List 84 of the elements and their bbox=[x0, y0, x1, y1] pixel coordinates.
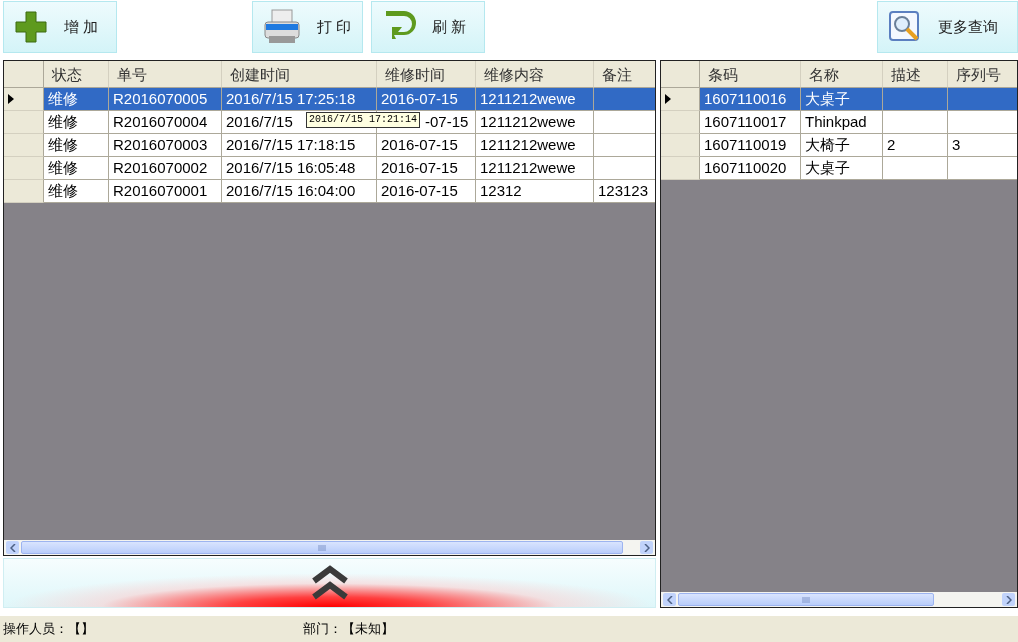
table-cell: 维修 bbox=[44, 134, 109, 157]
row-header[interactable] bbox=[661, 88, 700, 111]
table-cell: 2016/7/15 17:25:18 bbox=[222, 88, 377, 111]
status-text: 部门：【未知】 bbox=[303, 620, 395, 638]
column-header[interactable]: 序列号 bbox=[948, 61, 1017, 88]
table-cell: 1211212wewe bbox=[476, 134, 594, 157]
scrollbar-thumb[interactable] bbox=[21, 541, 623, 554]
table-cell: 1211212wewe bbox=[476, 88, 594, 111]
printer-icon bbox=[263, 9, 301, 45]
column-header[interactable]: 名称 bbox=[801, 61, 883, 88]
column-header[interactable]: 描述 bbox=[883, 61, 948, 88]
double-chevron-up-icon bbox=[310, 565, 349, 601]
table-cell: 大椅子 bbox=[801, 134, 883, 157]
scroll-left-button[interactable] bbox=[6, 541, 19, 554]
column-header[interactable]: 状态 bbox=[44, 61, 109, 88]
scroll-right-button[interactable] bbox=[1002, 593, 1015, 606]
toolbar-button[interactable]: 增 加 bbox=[3, 1, 117, 53]
column-header[interactable]: 创建时间 bbox=[222, 61, 377, 88]
table-cell: R2016070003 bbox=[109, 134, 222, 157]
chevron-right-icon bbox=[643, 543, 650, 552]
table-cell: 1607110020 bbox=[700, 157, 801, 180]
table-cell: 维修 bbox=[44, 111, 109, 134]
table-cell: 1607110016 bbox=[700, 88, 801, 111]
table-cell: R2016070005 bbox=[109, 88, 222, 111]
table-cell: 2016-07-15 bbox=[377, 88, 476, 111]
table-cell: 维修 bbox=[44, 88, 109, 111]
scroll-right-button[interactable] bbox=[640, 541, 653, 554]
column-header[interactable]: 维修内容 bbox=[476, 61, 594, 88]
column-header[interactable]: 维修时间 bbox=[377, 61, 476, 88]
table-cell bbox=[883, 88, 948, 111]
row-pointer-icon bbox=[8, 94, 14, 104]
chevron-left-icon bbox=[9, 543, 16, 552]
table-cell: 2016/7/15 16:05:48 bbox=[222, 157, 377, 180]
table-cell: 维修 bbox=[44, 157, 109, 180]
table-cell: 2016-07-15 bbox=[377, 134, 476, 157]
table-cell: 12312 bbox=[476, 180, 594, 203]
panel-expander[interactable] bbox=[3, 558, 656, 608]
table-cell bbox=[948, 88, 1017, 111]
chevron-right-icon bbox=[1005, 595, 1012, 604]
table-cell: 维修 bbox=[44, 180, 109, 203]
header-corner bbox=[4, 61, 44, 88]
table-cell: 2016/7/15 17:18:15 bbox=[222, 134, 377, 157]
scrollbar-thumb[interactable] bbox=[678, 593, 934, 606]
table-cell: 3 bbox=[948, 134, 1017, 157]
table-cell: 1607110019 bbox=[700, 134, 801, 157]
toolbar-button[interactable]: 刷 新 bbox=[371, 1, 485, 53]
plus-icon bbox=[14, 10, 48, 44]
table-cell bbox=[948, 157, 1017, 180]
column-header[interactable]: 条码 bbox=[700, 61, 801, 88]
table-cell: 1211212wewe bbox=[476, 111, 594, 134]
tooltip: 2016/7/15 17:21:14 bbox=[306, 112, 421, 128]
status-text: 操作人员：【】 bbox=[3, 620, 95, 638]
search-icon bbox=[888, 10, 922, 44]
grip-icon bbox=[802, 596, 810, 603]
table-cell bbox=[883, 111, 948, 134]
toolbar-button[interactable]: 更多查询 bbox=[877, 1, 1018, 53]
row-header[interactable] bbox=[4, 88, 44, 111]
table-cell: 2016/7/15 16:04:00 bbox=[222, 180, 377, 203]
table-cell: R2016070002 bbox=[109, 157, 222, 180]
toolbar-button[interactable]: 打 印 bbox=[252, 1, 363, 53]
grip-icon bbox=[318, 544, 326, 551]
table-cell: 大桌子 bbox=[801, 88, 883, 111]
table-cell bbox=[594, 157, 655, 180]
chevron-left-icon bbox=[666, 595, 673, 604]
table-cell: 2016-07-15 bbox=[377, 180, 476, 203]
table-cell bbox=[883, 157, 948, 180]
table-cell bbox=[594, 111, 655, 134]
table-cell: 123123 bbox=[594, 180, 655, 203]
table-cell bbox=[594, 88, 655, 111]
column-header[interactable]: 单号 bbox=[109, 61, 222, 88]
table-cell: 2016-07-15 bbox=[377, 157, 476, 180]
table-cell: 1607110017 bbox=[700, 111, 801, 134]
row-pointer-icon bbox=[665, 94, 671, 104]
column-header[interactable]: 备注 bbox=[594, 61, 655, 88]
table-cell bbox=[594, 134, 655, 157]
table-cell: Thinkpad bbox=[801, 111, 883, 134]
header-corner bbox=[661, 61, 700, 88]
table-cell: 大桌子 bbox=[801, 157, 883, 180]
table-cell: 2 bbox=[883, 134, 948, 157]
scroll-left-button[interactable] bbox=[663, 593, 676, 606]
table-cell bbox=[948, 111, 1017, 134]
table-cell: 1211212wewe bbox=[476, 157, 594, 180]
table-cell: R2016070001 bbox=[109, 180, 222, 203]
table-cell: R2016070004 bbox=[109, 111, 222, 134]
